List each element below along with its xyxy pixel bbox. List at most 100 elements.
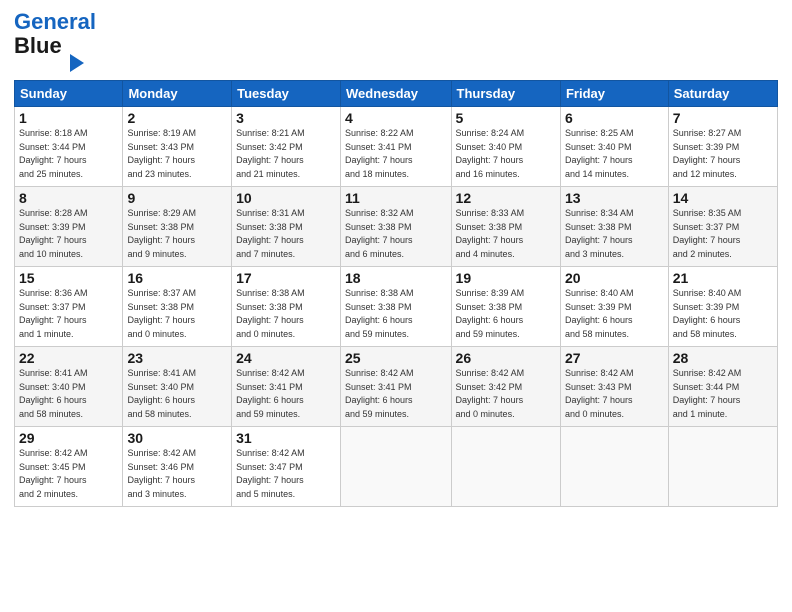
day-info: Sunrise: 8:27 AMSunset: 3:39 PMDaylight:… <box>673 128 742 179</box>
logo-arrow-icon <box>70 54 84 72</box>
calendar-table: SundayMondayTuesdayWednesdayThursdayFrid… <box>14 80 778 507</box>
day-info: Sunrise: 8:42 AMSunset: 3:41 PMDaylight:… <box>236 368 305 419</box>
day-cell: 8 Sunrise: 8:28 AMSunset: 3:39 PMDaylight… <box>15 187 123 267</box>
day-info: Sunrise: 8:35 AMSunset: 3:37 PMDaylight:… <box>673 208 742 259</box>
day-info: Sunrise: 8:42 AMSunset: 3:45 PMDaylight:… <box>19 448 88 499</box>
day-info: Sunrise: 8:37 AMSunset: 3:38 PMDaylight:… <box>127 288 196 339</box>
col-header-saturday: Saturday <box>668 81 777 107</box>
col-header-friday: Friday <box>560 81 668 107</box>
day-cell <box>560 427 668 507</box>
day-number: 21 <box>673 270 773 286</box>
day-number: 9 <box>127 190 227 206</box>
day-info: Sunrise: 8:40 AMSunset: 3:39 PMDaylight:… <box>673 288 742 339</box>
day-number: 20 <box>565 270 664 286</box>
day-info: Sunrise: 8:38 AMSunset: 3:38 PMDaylight:… <box>345 288 414 339</box>
day-cell: 26 Sunrise: 8:42 AMSunset: 3:42 PMDayligh… <box>451 347 560 427</box>
day-info: Sunrise: 8:24 AMSunset: 3:40 PMDaylight:… <box>456 128 525 179</box>
day-number: 19 <box>456 270 556 286</box>
day-info: Sunrise: 8:32 AMSunset: 3:38 PMDaylight:… <box>345 208 414 259</box>
day-info: Sunrise: 8:39 AMSunset: 3:38 PMDaylight:… <box>456 288 525 339</box>
day-info: Sunrise: 8:34 AMSunset: 3:38 PMDaylight:… <box>565 208 634 259</box>
day-number: 12 <box>456 190 556 206</box>
day-cell <box>668 427 777 507</box>
day-number: 29 <box>19 430 118 446</box>
day-info: Sunrise: 8:42 AMSunset: 3:43 PMDaylight:… <box>565 368 634 419</box>
day-cell: 4Sunrise: 8:22 AMSunset: 3:41 PMDaylight… <box>341 107 452 187</box>
day-info: Sunrise: 8:42 AMSunset: 3:47 PMDaylight:… <box>236 448 305 499</box>
day-number: 11 <box>345 190 447 206</box>
day-info: Sunrise: 8:42 AMSunset: 3:41 PMDaylight:… <box>345 368 414 419</box>
day-info: Sunrise: 8:41 AMSunset: 3:40 PMDaylight:… <box>19 368 88 419</box>
header-row: SundayMondayTuesdayWednesdayThursdayFrid… <box>15 81 778 107</box>
logo-blue: Blue <box>14 33 62 58</box>
day-cell: 27 Sunrise: 8:42 AMSunset: 3:43 PMDayligh… <box>560 347 668 427</box>
day-info: Sunrise: 8:31 AMSunset: 3:38 PMDaylight:… <box>236 208 305 259</box>
day-cell: 23 Sunrise: 8:41 AMSunset: 3:40 PMDayligh… <box>123 347 232 427</box>
day-number: 18 <box>345 270 447 286</box>
day-info: Sunrise: 8:42 AMSunset: 3:46 PMDaylight:… <box>127 448 196 499</box>
day-cell <box>341 427 452 507</box>
day-cell: 13 Sunrise: 8:34 AMSunset: 3:38 PMDayligh… <box>560 187 668 267</box>
day-info: Sunrise: 8:42 AMSunset: 3:42 PMDaylight:… <box>456 368 525 419</box>
day-number: 17 <box>236 270 336 286</box>
day-number: 15 <box>19 270 118 286</box>
day-number: 30 <box>127 430 227 446</box>
day-number: 1 <box>19 110 118 126</box>
page-container: General Blue SundayMondayTuesdayWednesda… <box>0 0 792 513</box>
day-info: Sunrise: 8:19 AMSunset: 3:43 PMDaylight:… <box>127 128 196 179</box>
day-number: 6 <box>565 110 664 126</box>
day-cell: 18 Sunrise: 8:38 AMSunset: 3:38 PMDayligh… <box>341 267 452 347</box>
col-header-monday: Monday <box>123 81 232 107</box>
day-number: 2 <box>127 110 227 126</box>
day-number: 5 <box>456 110 556 126</box>
day-number: 8 <box>19 190 118 206</box>
day-cell: 11 Sunrise: 8:32 AMSunset: 3:38 PMDayligh… <box>341 187 452 267</box>
day-cell: 15 Sunrise: 8:36 AMSunset: 3:37 PMDayligh… <box>15 267 123 347</box>
day-number: 25 <box>345 350 447 366</box>
day-cell: 3 Sunrise: 8:21 AMSunset: 3:42 PMDaylight… <box>232 107 341 187</box>
week-row-4: 22 Sunrise: 8:41 AMSunset: 3:40 PMDayligh… <box>15 347 778 427</box>
day-cell: 29 Sunrise: 8:42 AMSunset: 3:45 PMDayligh… <box>15 427 123 507</box>
day-cell: 9 Sunrise: 8:29 AMSunset: 3:38 PMDaylight… <box>123 187 232 267</box>
day-info: Sunrise: 8:28 AMSunset: 3:39 PMDaylight:… <box>19 208 88 259</box>
day-info: Sunrise: 8:41 AMSunset: 3:40 PMDaylight:… <box>127 368 196 419</box>
day-info: Sunrise: 8:18 AMSunset: 3:44 PMDaylight:… <box>19 128 88 179</box>
day-number: 26 <box>456 350 556 366</box>
day-info: Sunrise: 8:36 AMSunset: 3:37 PMDaylight:… <box>19 288 88 339</box>
day-cell: 12 Sunrise: 8:33 AMSunset: 3:38 PMDayligh… <box>451 187 560 267</box>
day-cell: 28Sunrise: 8:42 AMSunset: 3:44 PMDayligh… <box>668 347 777 427</box>
day-number: 28 <box>673 350 773 366</box>
col-header-thursday: Thursday <box>451 81 560 107</box>
col-header-tuesday: Tuesday <box>232 81 341 107</box>
day-number: 22 <box>19 350 118 366</box>
day-cell: 7 Sunrise: 8:27 AMSunset: 3:39 PMDaylight… <box>668 107 777 187</box>
day-number: 24 <box>236 350 336 366</box>
day-cell: 30 Sunrise: 8:42 AMSunset: 3:46 PMDayligh… <box>123 427 232 507</box>
day-number: 27 <box>565 350 664 366</box>
day-info: Sunrise: 8:33 AMSunset: 3:38 PMDaylight:… <box>456 208 525 259</box>
day-number: 7 <box>673 110 773 126</box>
logo-text: General Blue <box>14 10 96 58</box>
day-number: 3 <box>236 110 336 126</box>
day-number: 16 <box>127 270 227 286</box>
col-header-sunday: Sunday <box>15 81 123 107</box>
week-row-2: 8 Sunrise: 8:28 AMSunset: 3:39 PMDaylight… <box>15 187 778 267</box>
day-number: 10 <box>236 190 336 206</box>
day-info: Sunrise: 8:25 AMSunset: 3:40 PMDaylight:… <box>565 128 634 179</box>
day-number: 13 <box>565 190 664 206</box>
day-number: 23 <box>127 350 227 366</box>
col-header-wednesday: Wednesday <box>341 81 452 107</box>
day-info: Sunrise: 8:29 AMSunset: 3:38 PMDaylight:… <box>127 208 196 259</box>
day-cell: 21 Sunrise: 8:40 AMSunset: 3:39 PMDayligh… <box>668 267 777 347</box>
day-cell: 6 Sunrise: 8:25 AMSunset: 3:40 PMDaylight… <box>560 107 668 187</box>
day-info: Sunrise: 8:21 AMSunset: 3:42 PMDaylight:… <box>236 128 305 179</box>
week-row-3: 15 Sunrise: 8:36 AMSunset: 3:37 PMDayligh… <box>15 267 778 347</box>
day-cell: 16 Sunrise: 8:37 AMSunset: 3:38 PMDayligh… <box>123 267 232 347</box>
day-number: 31 <box>236 430 336 446</box>
day-number: 4 <box>345 110 447 126</box>
day-cell: 5 Sunrise: 8:24 AMSunset: 3:40 PMDaylight… <box>451 107 560 187</box>
day-cell: 25 Sunrise: 8:42 AMSunset: 3:41 PMDayligh… <box>341 347 452 427</box>
day-cell: 14Sunrise: 8:35 AMSunset: 3:37 PMDayligh… <box>668 187 777 267</box>
day-info: Sunrise: 8:40 AMSunset: 3:39 PMDaylight:… <box>565 288 634 339</box>
week-row-1: 1 Sunrise: 8:18 AMSunset: 3:44 PMDaylight… <box>15 107 778 187</box>
